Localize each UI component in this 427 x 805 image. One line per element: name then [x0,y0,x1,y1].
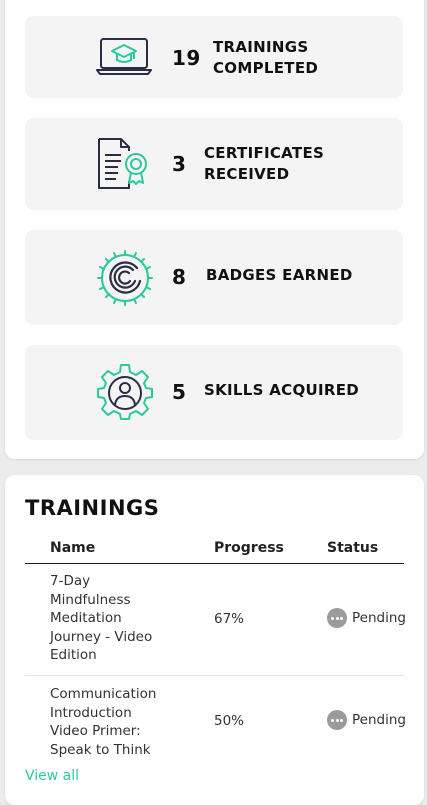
training-status: Pending [327,710,424,730]
training-status: Pending [327,608,424,628]
view-all-link[interactable]: View all [25,768,79,784]
more-dots-icon [327,710,347,730]
badge-gear-icon [97,250,153,306]
stats-card: 19 TRAININGS COMPLETED 3 CERTIFICATES RE… [5,0,424,459]
stat-label-line: RECEIVED [204,165,290,183]
training-name-line: Video Primer: [50,723,141,739]
row-divider [25,675,404,676]
training-name[interactable]: Communication Introduction Video Primer:… [50,685,185,759]
training-progress: 67% [214,611,245,627]
more-dots-icon [327,608,347,628]
training-name-line: Journey - Video [50,628,153,645]
training-name-line: Communication [50,686,157,702]
stat-label-line: SKILLS ACQUIRED [204,381,360,399]
stat-label: TRAININGS COMPLETED [213,37,318,79]
stat-value: 19 [172,46,201,70]
stat-label: CERTIFICATES RECEIVED [204,143,324,185]
training-name[interactable]: 7-Day Mindfulness Meditation Journey - V… [50,572,185,665]
user-gear-icon [97,364,153,420]
training-name-line: Mindfulness [50,591,131,608]
column-header-progress[interactable]: Progress [214,540,284,556]
laptop-graduation-cap-icon [96,38,152,75]
stat-label-line: BADGES EARNED [206,266,353,284]
column-header-status[interactable]: Status [327,540,378,556]
trainings-card: TRAININGS Name Progress Status 7-Day Min… [5,475,424,805]
stat-label-line: TRAININGS [213,38,309,56]
training-name-line: Speak to Think [50,741,151,758]
stat-label: BADGES EARNED [206,265,353,286]
training-name-line: Meditation [50,610,122,626]
stat-skills-acquired: 5 SKILLS ACQUIRED [25,345,403,440]
table-header-divider [25,563,404,564]
stat-label-line: CERTIFICATES [204,144,325,162]
certificate-document-icon [98,138,147,189]
stat-value: 3 [172,152,187,176]
stat-value: 8 [172,265,187,289]
stat-badges-earned: 8 BADGES EARNED [25,230,403,325]
training-name-line: 7-Day [50,573,91,589]
trainings-title: TRAININGS [25,496,160,520]
status-text: Pending [352,609,406,626]
stat-certificates-received: 3 CERTIFICATES RECEIVED [25,118,403,210]
stat-value: 5 [172,380,187,404]
training-progress: 50% [214,713,245,729]
training-name-line: Edition [50,647,97,663]
stat-trainings-completed: 19 TRAININGS COMPLETED [25,16,403,98]
training-name-line: Introduction [50,704,132,721]
stat-label-line: COMPLETED [213,59,319,77]
status-text: Pending [352,711,406,728]
stat-label: SKILLS ACQUIRED [204,380,359,401]
column-header-name[interactable]: Name [50,540,95,556]
